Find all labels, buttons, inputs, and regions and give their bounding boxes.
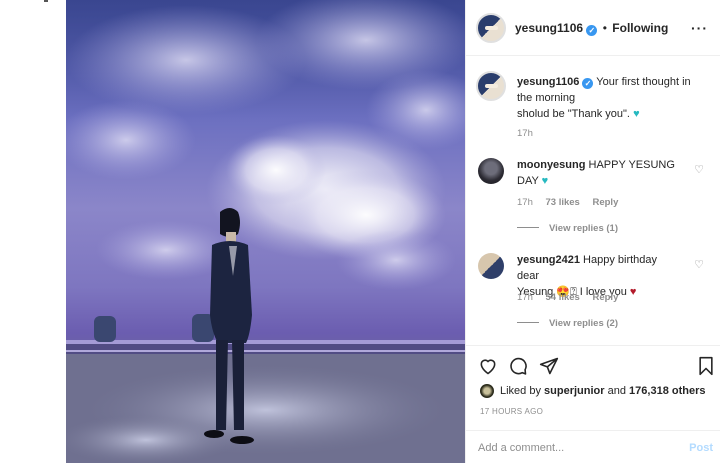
gutter-mark bbox=[44, 0, 48, 2]
post-timestamp[interactable]: 17 HOURS AGO bbox=[480, 407, 543, 416]
comment-bubble-icon[interactable] bbox=[508, 356, 528, 376]
verified-badge-icon: ✓ bbox=[586, 25, 598, 36]
comment-avatar[interactable] bbox=[478, 158, 504, 184]
paper-plane-icon[interactable] bbox=[539, 356, 559, 376]
stage-scene-image bbox=[66, 0, 465, 463]
reply-button[interactable]: Reply bbox=[592, 292, 618, 303]
caption-username[interactable]: yesung1106 bbox=[517, 76, 579, 88]
view-replies-button[interactable]: View replies (2) bbox=[517, 318, 618, 329]
header-bullet: • bbox=[602, 21, 607, 35]
comment-meta: 17h 73 likes Reply bbox=[517, 197, 628, 208]
post-header: yesung1106 ✓ • Following ··· bbox=[466, 0, 720, 56]
comment-likes[interactable]: 73 likes bbox=[546, 197, 580, 208]
reply-button[interactable]: Reply bbox=[592, 197, 618, 208]
following-button[interactable]: Following bbox=[612, 21, 668, 35]
red-heart-icon: ♥ bbox=[629, 286, 637, 298]
view-replies-button[interactable]: View replies (1) bbox=[517, 223, 618, 234]
caption-line2: sholud be "Thank you". bbox=[517, 108, 630, 120]
header-user-row: yesung1106 ✓ • Following bbox=[515, 21, 668, 36]
comment-text: moonyesung HAPPY YESUNG DAY ♥ bbox=[517, 157, 677, 189]
replies-line bbox=[517, 227, 539, 228]
verified-badge-icon: ✓ bbox=[582, 78, 594, 89]
caption-text: yesung1106 ✓ Your first thought in the m… bbox=[517, 74, 695, 122]
avatar-logo bbox=[484, 25, 498, 31]
replies-line bbox=[517, 322, 539, 323]
comment-like-heart-icon[interactable]: ♡ bbox=[694, 258, 704, 271]
author-username[interactable]: yesung1106 bbox=[515, 21, 583, 35]
liker-avatar[interactable] bbox=[480, 384, 494, 398]
post-button[interactable]: Post bbox=[689, 442, 713, 454]
liker-username[interactable]: superjunior bbox=[544, 385, 605, 397]
heart-outline-icon[interactable] bbox=[478, 356, 498, 376]
teal-heart-icon: ♥ bbox=[541, 175, 549, 187]
caption-meta: 17h bbox=[517, 128, 543, 139]
comments-section[interactable]: yesung1106 ✓ Your first thought in the m… bbox=[466, 57, 720, 345]
likes-and: and bbox=[607, 385, 626, 397]
view-replies-label: View replies (1) bbox=[549, 223, 618, 234]
comment-likes[interactable]: 54 likes bbox=[546, 292, 580, 303]
avatar-logo bbox=[484, 83, 498, 89]
comment-input[interactable] bbox=[478, 437, 668, 459]
view-replies-label: View replies (2) bbox=[549, 318, 618, 329]
caption-time: 17h bbox=[517, 128, 533, 139]
likes-count[interactable]: 176,318 others bbox=[629, 385, 705, 397]
bookmark-icon[interactable] bbox=[696, 356, 716, 376]
comment-avatar[interactable] bbox=[478, 253, 504, 279]
comment-time: 17h bbox=[517, 197, 533, 208]
actions-separator bbox=[466, 345, 720, 346]
comment-username[interactable]: moonyesung bbox=[517, 159, 585, 171]
comment-time: 17h bbox=[517, 292, 533, 303]
add-comment-bar: Post bbox=[466, 430, 720, 463]
comment-like-heart-icon[interactable]: ♡ bbox=[694, 163, 704, 176]
caption-avatar[interactable] bbox=[476, 71, 506, 101]
comment-username[interactable]: yesung2421 bbox=[517, 254, 580, 266]
post-photo[interactable] bbox=[66, 0, 465, 463]
more-horizontal-icon[interactable]: ··· bbox=[691, 20, 708, 36]
comment-meta: 17h 54 likes Reply bbox=[517, 292, 628, 303]
author-avatar[interactable] bbox=[476, 13, 506, 43]
page-gutter bbox=[0, 0, 66, 463]
liked-by-label: Liked by bbox=[500, 385, 541, 397]
likes-text: Liked by superjunior and 176,318 others bbox=[500, 382, 705, 400]
post-side-panel: yesung1106 ✓ • Following ··· yesung1106 … bbox=[466, 0, 720, 463]
teal-heart-icon: ♥ bbox=[633, 108, 640, 120]
